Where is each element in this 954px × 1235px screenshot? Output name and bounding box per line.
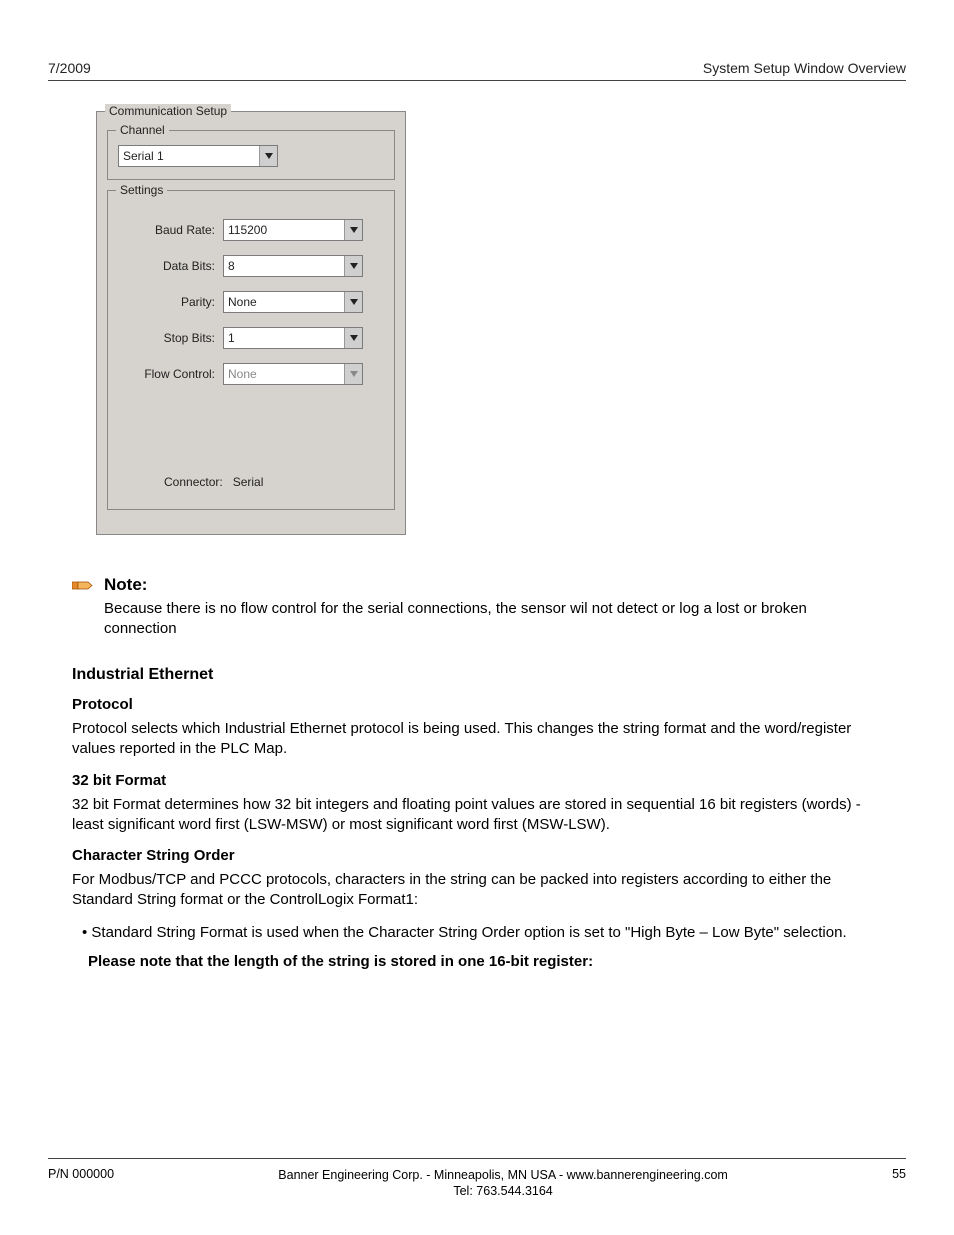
databits-row: Data Bits: 8 [118, 255, 384, 277]
footer-company: Banner Engineering Corp. - Minneapolis, … [114, 1167, 892, 1183]
page-header: 7/2009 System Setup Window Overview [48, 60, 906, 81]
footer-pn: P/N 000000 [48, 1167, 114, 1200]
chevron-down-icon [259, 146, 277, 166]
footer-tel: Tel: 763.544.3164 [114, 1183, 892, 1199]
chevron-down-icon [344, 220, 362, 240]
databits-label: Data Bits: [118, 259, 223, 273]
baud-select[interactable]: 115200 [223, 219, 363, 241]
pointing-hand-icon [72, 578, 94, 594]
stopbits-row: Stop Bits: 1 [118, 327, 384, 349]
note-body: Because there is no flow control for the… [104, 599, 882, 638]
comm-setup-screenshot: Communication Setup Channel Serial 1 Set… [96, 111, 406, 535]
comm-setup-group: Communication Setup Channel Serial 1 Set… [96, 111, 406, 535]
charorder-bullets: Standard String Format is used when the … [72, 923, 882, 943]
format32-body: 32 bit Format determines how 32 bit inte… [72, 795, 882, 836]
flowcontrol-row: Flow Control: None [118, 363, 384, 385]
protocol-body: Protocol selects which Industrial Ethern… [72, 719, 882, 760]
charorder-heading: Character String Order [72, 847, 882, 864]
industrial-ethernet-heading: Industrial Ethernet [72, 666, 882, 684]
header-title: System Setup Window Overview [703, 60, 906, 76]
chevron-down-icon [344, 292, 362, 312]
connector-value: Serial [233, 475, 264, 489]
chevron-down-icon [344, 256, 362, 276]
body-content: Note: Because there is no flow control f… [48, 575, 906, 970]
settings-group: Settings Baud Rate: 115200 Data Bits: 8 [107, 190, 395, 510]
connector-label: Connector: [164, 475, 223, 489]
flowcontrol-label: Flow Control: [118, 367, 223, 381]
page-footer: P/N 000000 Banner Engineering Corp. - Mi… [48, 1158, 906, 1200]
charorder-boldnote: Please note that the length of the strin… [88, 953, 882, 970]
format32-heading: 32 bit Format [72, 772, 882, 789]
comm-setup-legend: Communication Setup [105, 104, 231, 118]
charorder-body: For Modbus/TCP and PCCC protocols, chara… [72, 870, 882, 911]
header-date: 7/2009 [48, 60, 91, 76]
charorder-bullet-1: Standard String Format is used when the … [76, 923, 882, 943]
note-heading: Note: [104, 575, 882, 595]
parity-select[interactable]: None [223, 291, 363, 313]
channel-group: Channel Serial 1 [107, 130, 395, 180]
databits-select[interactable]: 8 [223, 255, 363, 277]
baud-label: Baud Rate: [118, 223, 223, 237]
chevron-down-icon [344, 328, 362, 348]
footer-pagenum: 55 [892, 1167, 906, 1200]
parity-label: Parity: [118, 295, 223, 309]
connector-row: Connector: Serial [118, 475, 384, 489]
channel-select-value: Serial 1 [119, 146, 259, 166]
stopbits-label: Stop Bits: [118, 331, 223, 345]
baud-row: Baud Rate: 115200 [118, 219, 384, 241]
chevron-down-icon [344, 364, 362, 384]
stopbits-select[interactable]: 1 [223, 327, 363, 349]
parity-row: Parity: None [118, 291, 384, 313]
footer-center: Banner Engineering Corp. - Minneapolis, … [114, 1167, 892, 1200]
note-block: Note: Because there is no flow control f… [72, 575, 882, 638]
settings-legend: Settings [116, 183, 167, 197]
protocol-heading: Protocol [72, 696, 882, 713]
flowcontrol-select: None [223, 363, 363, 385]
channel-legend: Channel [116, 123, 169, 137]
channel-select[interactable]: Serial 1 [118, 145, 278, 167]
